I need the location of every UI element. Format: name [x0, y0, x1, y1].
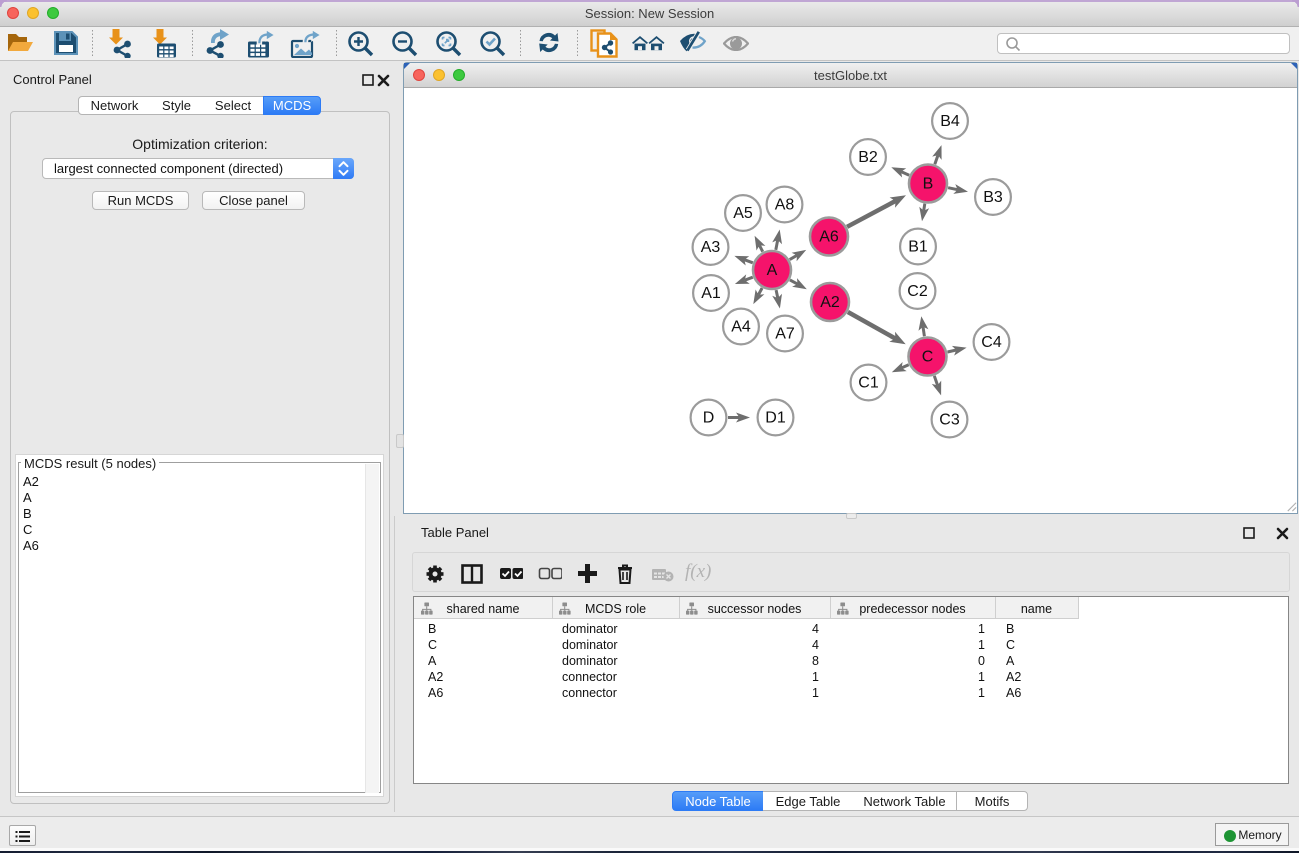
- svg-text:A: A: [767, 262, 778, 279]
- svg-text:B2: B2: [858, 149, 878, 166]
- svg-text:A5: A5: [733, 205, 753, 222]
- svg-text:C3: C3: [939, 412, 960, 429]
- svg-text:B3: B3: [983, 189, 1003, 206]
- svg-text:B4: B4: [940, 113, 960, 130]
- svg-text:D: D: [703, 410, 715, 427]
- svg-text:A3: A3: [701, 239, 721, 256]
- svg-text:C4: C4: [981, 334, 1002, 351]
- svg-text:A1: A1: [701, 285, 721, 302]
- svg-text:A7: A7: [775, 326, 795, 343]
- svg-text:C: C: [922, 349, 934, 366]
- svg-text:A4: A4: [731, 319, 751, 336]
- svg-text:C2: C2: [907, 283, 928, 300]
- svg-text:A2: A2: [820, 294, 840, 311]
- svg-text:C1: C1: [858, 375, 879, 392]
- svg-text:B1: B1: [908, 239, 928, 256]
- svg-text:A6: A6: [819, 229, 839, 246]
- svg-text:D1: D1: [765, 410, 786, 427]
- svg-text:A8: A8: [775, 197, 795, 214]
- svg-text:B: B: [923, 176, 934, 193]
